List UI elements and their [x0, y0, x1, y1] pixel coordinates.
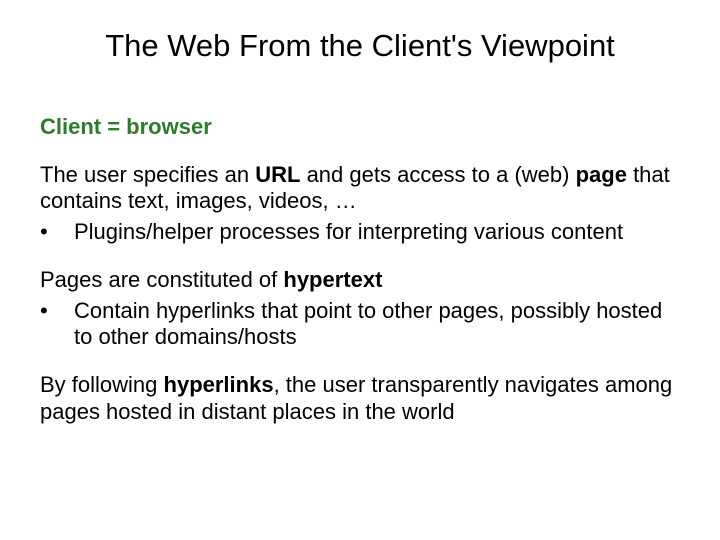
- paragraph-hypertext: Pages are constituted of hypertext: [40, 267, 680, 293]
- paragraph-url-page: The user specifies an URL and gets acces…: [40, 162, 680, 215]
- bullet-mark-icon: •: [40, 298, 74, 351]
- subheading-client-browser: Client = browser: [40, 114, 680, 140]
- paragraph-following-hyperlinks: By following hyperlinks, the user transp…: [40, 372, 680, 425]
- bullet-hyperlinks: • Contain hyperlinks that point to other…: [40, 298, 680, 351]
- text-fragment: Pages are constituted of: [40, 267, 283, 292]
- bold-hyperlinks: hyperlinks: [164, 372, 274, 397]
- bold-url: URL: [255, 162, 300, 187]
- bold-hypertext: hypertext: [283, 267, 382, 292]
- bullet-plugins: • Plugins/helper processes for interpret…: [40, 219, 680, 245]
- slide: The Web From the Client's Viewpoint Clie…: [0, 0, 720, 540]
- bold-page: page: [576, 162, 627, 187]
- slide-title: The Web From the Client's Viewpoint: [40, 28, 680, 64]
- bullet-text: Plugins/helper processes for interpretin…: [74, 219, 680, 245]
- text-fragment: The user specifies an: [40, 162, 255, 187]
- bullet-mark-icon: •: [40, 219, 74, 245]
- text-fragment: By following: [40, 372, 164, 397]
- bullet-text: Contain hyperlinks that point to other p…: [74, 298, 680, 351]
- text-fragment: and gets access to a (web): [300, 162, 575, 187]
